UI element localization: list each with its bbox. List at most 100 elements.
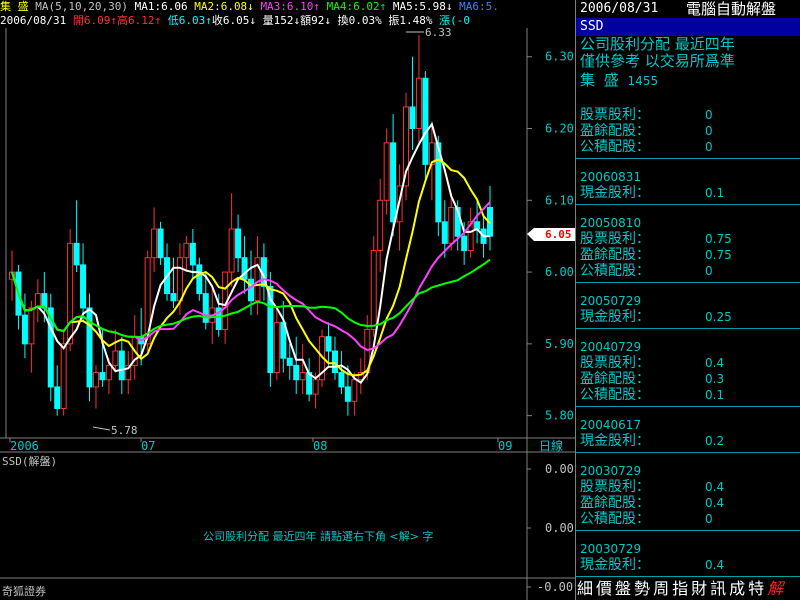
panel-heading-2: 僅供參考 以交易所爲準 [580, 52, 735, 70]
candle-body [170, 293, 177, 302]
section-divider [576, 204, 800, 205]
price-axis-label: 6.20 [545, 122, 574, 136]
candle-body [54, 386, 61, 409]
lower-axis-label: 0.00 [545, 521, 574, 535]
price-axis-label: 5.80 [545, 409, 574, 423]
dividend-line: 股票股利： 0 [580, 107, 713, 123]
panel-tab[interactable]: 勢 [633, 578, 652, 600]
dividend-line: 盈餘配股： 0.75 [580, 247, 732, 263]
dividend-line: 現金股利： 0.4 [580, 557, 725, 573]
dividend-line: 股票股利： 0.4 [580, 355, 725, 371]
dividend-date: 20050729 [580, 294, 642, 308]
panel-tabs: 細價盤勢周指財訊成特解 [576, 578, 800, 600]
panel-tab[interactable]: 訊 [709, 578, 728, 600]
x-label-2006: 2006 [10, 439, 39, 453]
candle-body [370, 250, 377, 331]
candle-body [80, 264, 87, 309]
candle-body [390, 142, 397, 223]
candle-body [415, 77, 422, 129]
max-price-label: 6.33 [425, 26, 452, 39]
candlesticks [9, 35, 493, 416]
x-label-08: 08 [313, 439, 327, 453]
candle-body [112, 350, 119, 366]
dividend-line: 股票股利： 0.75 [580, 231, 732, 247]
panel-tab[interactable]: 周 [652, 578, 671, 600]
panel-tab[interactable]: 價 [595, 578, 614, 600]
candle-body [312, 379, 319, 395]
candle-body [67, 242, 74, 345]
dividend-date: 20030729 [580, 542, 642, 556]
lower-panel-title: SSD(解盤) [2, 455, 58, 468]
panel-tab[interactable]: 解 [766, 578, 785, 600]
panel-tab[interactable]: 財 [690, 578, 709, 600]
candle-body [422, 77, 429, 165]
candle-body [105, 364, 112, 381]
section-divider [576, 282, 800, 283]
dividend-date: 20040729 [580, 340, 642, 354]
candle-body [448, 206, 455, 244]
dividend-date: 20040617 [580, 418, 642, 432]
candle-body [286, 357, 293, 366]
dividend-line: 現金股利： 0.1 [580, 185, 725, 201]
panel-tab[interactable]: 特 [747, 578, 766, 600]
price-chart[interactable]: 6.30 6.20 6.10 6.00 5.90 5.80 2006 07 08 09 日… [0, 0, 575, 600]
candle-body [383, 142, 390, 201]
candle-body [60, 343, 67, 409]
panel-tab[interactable]: 指 [671, 578, 690, 600]
dividend-line: 公積配股： 0.1 [580, 387, 725, 403]
section-divider [576, 406, 800, 407]
candle-body [441, 221, 448, 244]
candle-body [189, 242, 196, 266]
candle-body [176, 257, 183, 302]
candle-body [351, 379, 358, 402]
x-label-09: 09 [498, 439, 512, 453]
candle-body [151, 228, 158, 259]
price-axis-label: 6.10 [545, 193, 574, 207]
panel-code: SSD [580, 19, 604, 34]
candle-body [183, 242, 190, 259]
dividend-date: 20050810 [580, 216, 642, 230]
candle-body [73, 242, 80, 266]
candle-body [21, 314, 28, 345]
broker-name: 奇狐證券 [2, 585, 46, 598]
candle-body [409, 106, 416, 130]
candle-body [338, 372, 345, 388]
panel-heading-1: 公司股利分配 最近四年 [580, 36, 735, 53]
price-axis-label: 6.30 [545, 50, 574, 64]
dividend-line: 現金股利： 0.25 [580, 309, 732, 325]
panel-tab[interactable]: 細 [576, 578, 595, 600]
candle-body [293, 364, 300, 381]
candle-body [299, 372, 306, 381]
candle-body [331, 350, 338, 374]
period-label[interactable]: 日線 [539, 438, 563, 453]
candle-body [273, 321, 280, 374]
lower-axis-label: -0.00 [537, 580, 573, 594]
dividend-list[interactable]: 公司股利分配 最近四年 僅供參考 以交易所爲準集 盛 1455 股票股利： 0 盈餘配股… [576, 36, 800, 577]
dividend-line: 盈餘配股： 0.4 [580, 495, 725, 511]
section-divider [576, 576, 800, 577]
dividend-date: 20060831 [580, 170, 642, 184]
candle-body [92, 372, 99, 388]
candle-body [344, 386, 351, 402]
panel-title: 電腦自動解盤 [686, 0, 777, 18]
candle-body [228, 228, 235, 273]
price-axis-label: 6.00 [545, 265, 574, 279]
section-divider [576, 158, 800, 159]
dividend-line: 公積配股： 0 [580, 511, 713, 527]
min-price-label: 5.78 [111, 424, 138, 437]
x-label-07: 07 [141, 439, 155, 453]
lower-axis-label: 0.00 [545, 462, 574, 476]
candle-body [325, 336, 332, 352]
candle-body [248, 278, 254, 302]
panel-stock: 集 盛 1455 [580, 71, 659, 89]
panel-tab[interactable]: 成 [728, 578, 747, 600]
panel-tab[interactable]: 盤 [614, 578, 633, 600]
dividend-line: 公積配股： 0 [580, 139, 713, 155]
candle-body [157, 228, 164, 259]
dividend-line: 盈餘配股： 0.3 [580, 371, 725, 387]
candle-body [377, 199, 384, 252]
section-divider [576, 452, 800, 453]
candle-body [196, 264, 203, 295]
candle-body [235, 228, 242, 259]
dividend-line: 股票股利： 0.4 [580, 479, 725, 495]
